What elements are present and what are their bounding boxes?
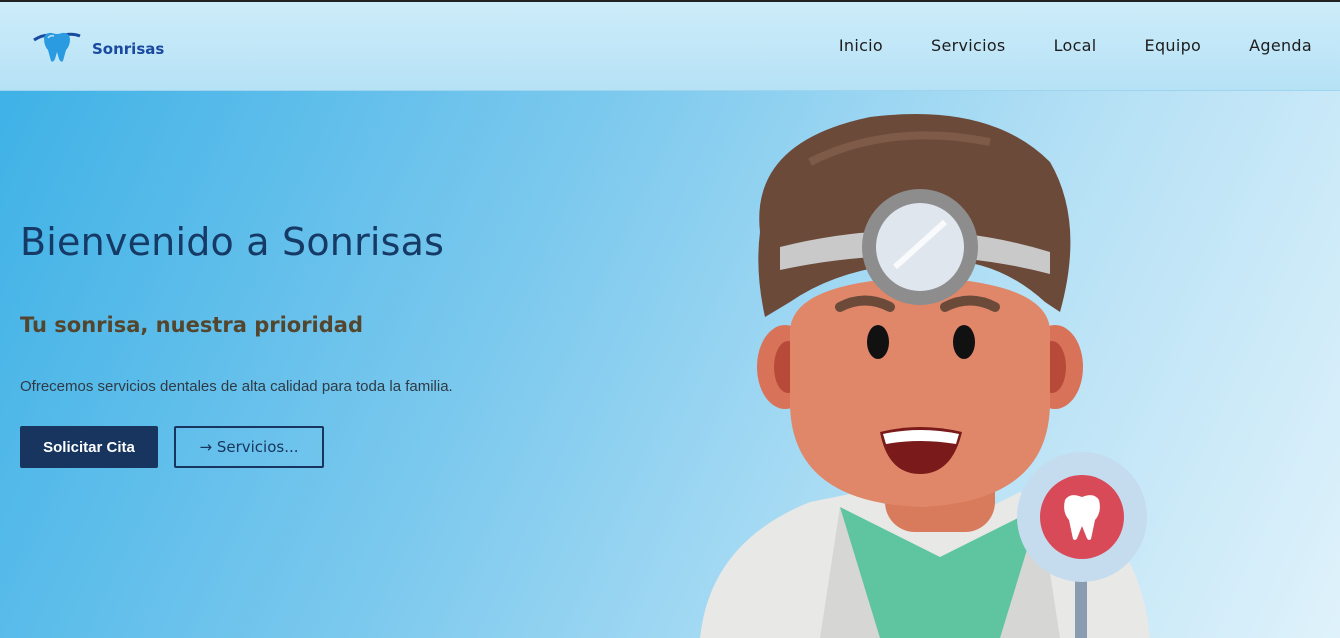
nav-local[interactable]: Local — [1054, 36, 1097, 55]
nav-inicio[interactable]: Inicio — [839, 36, 883, 55]
tooth-logo-icon — [32, 28, 82, 69]
page: Sonrisas Inicio Servicios Local Equipo A… — [0, 2, 1340, 638]
request-appointment-button[interactable]: Solicitar Cita — [20, 426, 158, 468]
hero-title: Bienvenido a Sonrisas — [20, 220, 445, 264]
nav-agenda[interactable]: Agenda — [1249, 36, 1312, 55]
nav-servicios[interactable]: Servicios — [931, 36, 1006, 55]
brand-name: Sonrisas — [92, 39, 165, 58]
hero-description: Ofrecemos servicios dentales de alta cal… — [20, 378, 453, 395]
hero-subtitle: Tu sonrisa, nuestra prioridad — [20, 313, 363, 337]
top-navbar: Sonrisas Inicio Servicios Local Equipo A… — [0, 2, 1340, 91]
nav-equipo[interactable]: Equipo — [1145, 36, 1202, 55]
brand[interactable]: Sonrisas — [32, 28, 164, 69]
main-nav: Inicio Servicios Local Equipo Agenda — [791, 36, 1312, 55]
services-button[interactable]: → Servicios... — [174, 426, 324, 468]
dentist-illustration — [690, 102, 1170, 638]
